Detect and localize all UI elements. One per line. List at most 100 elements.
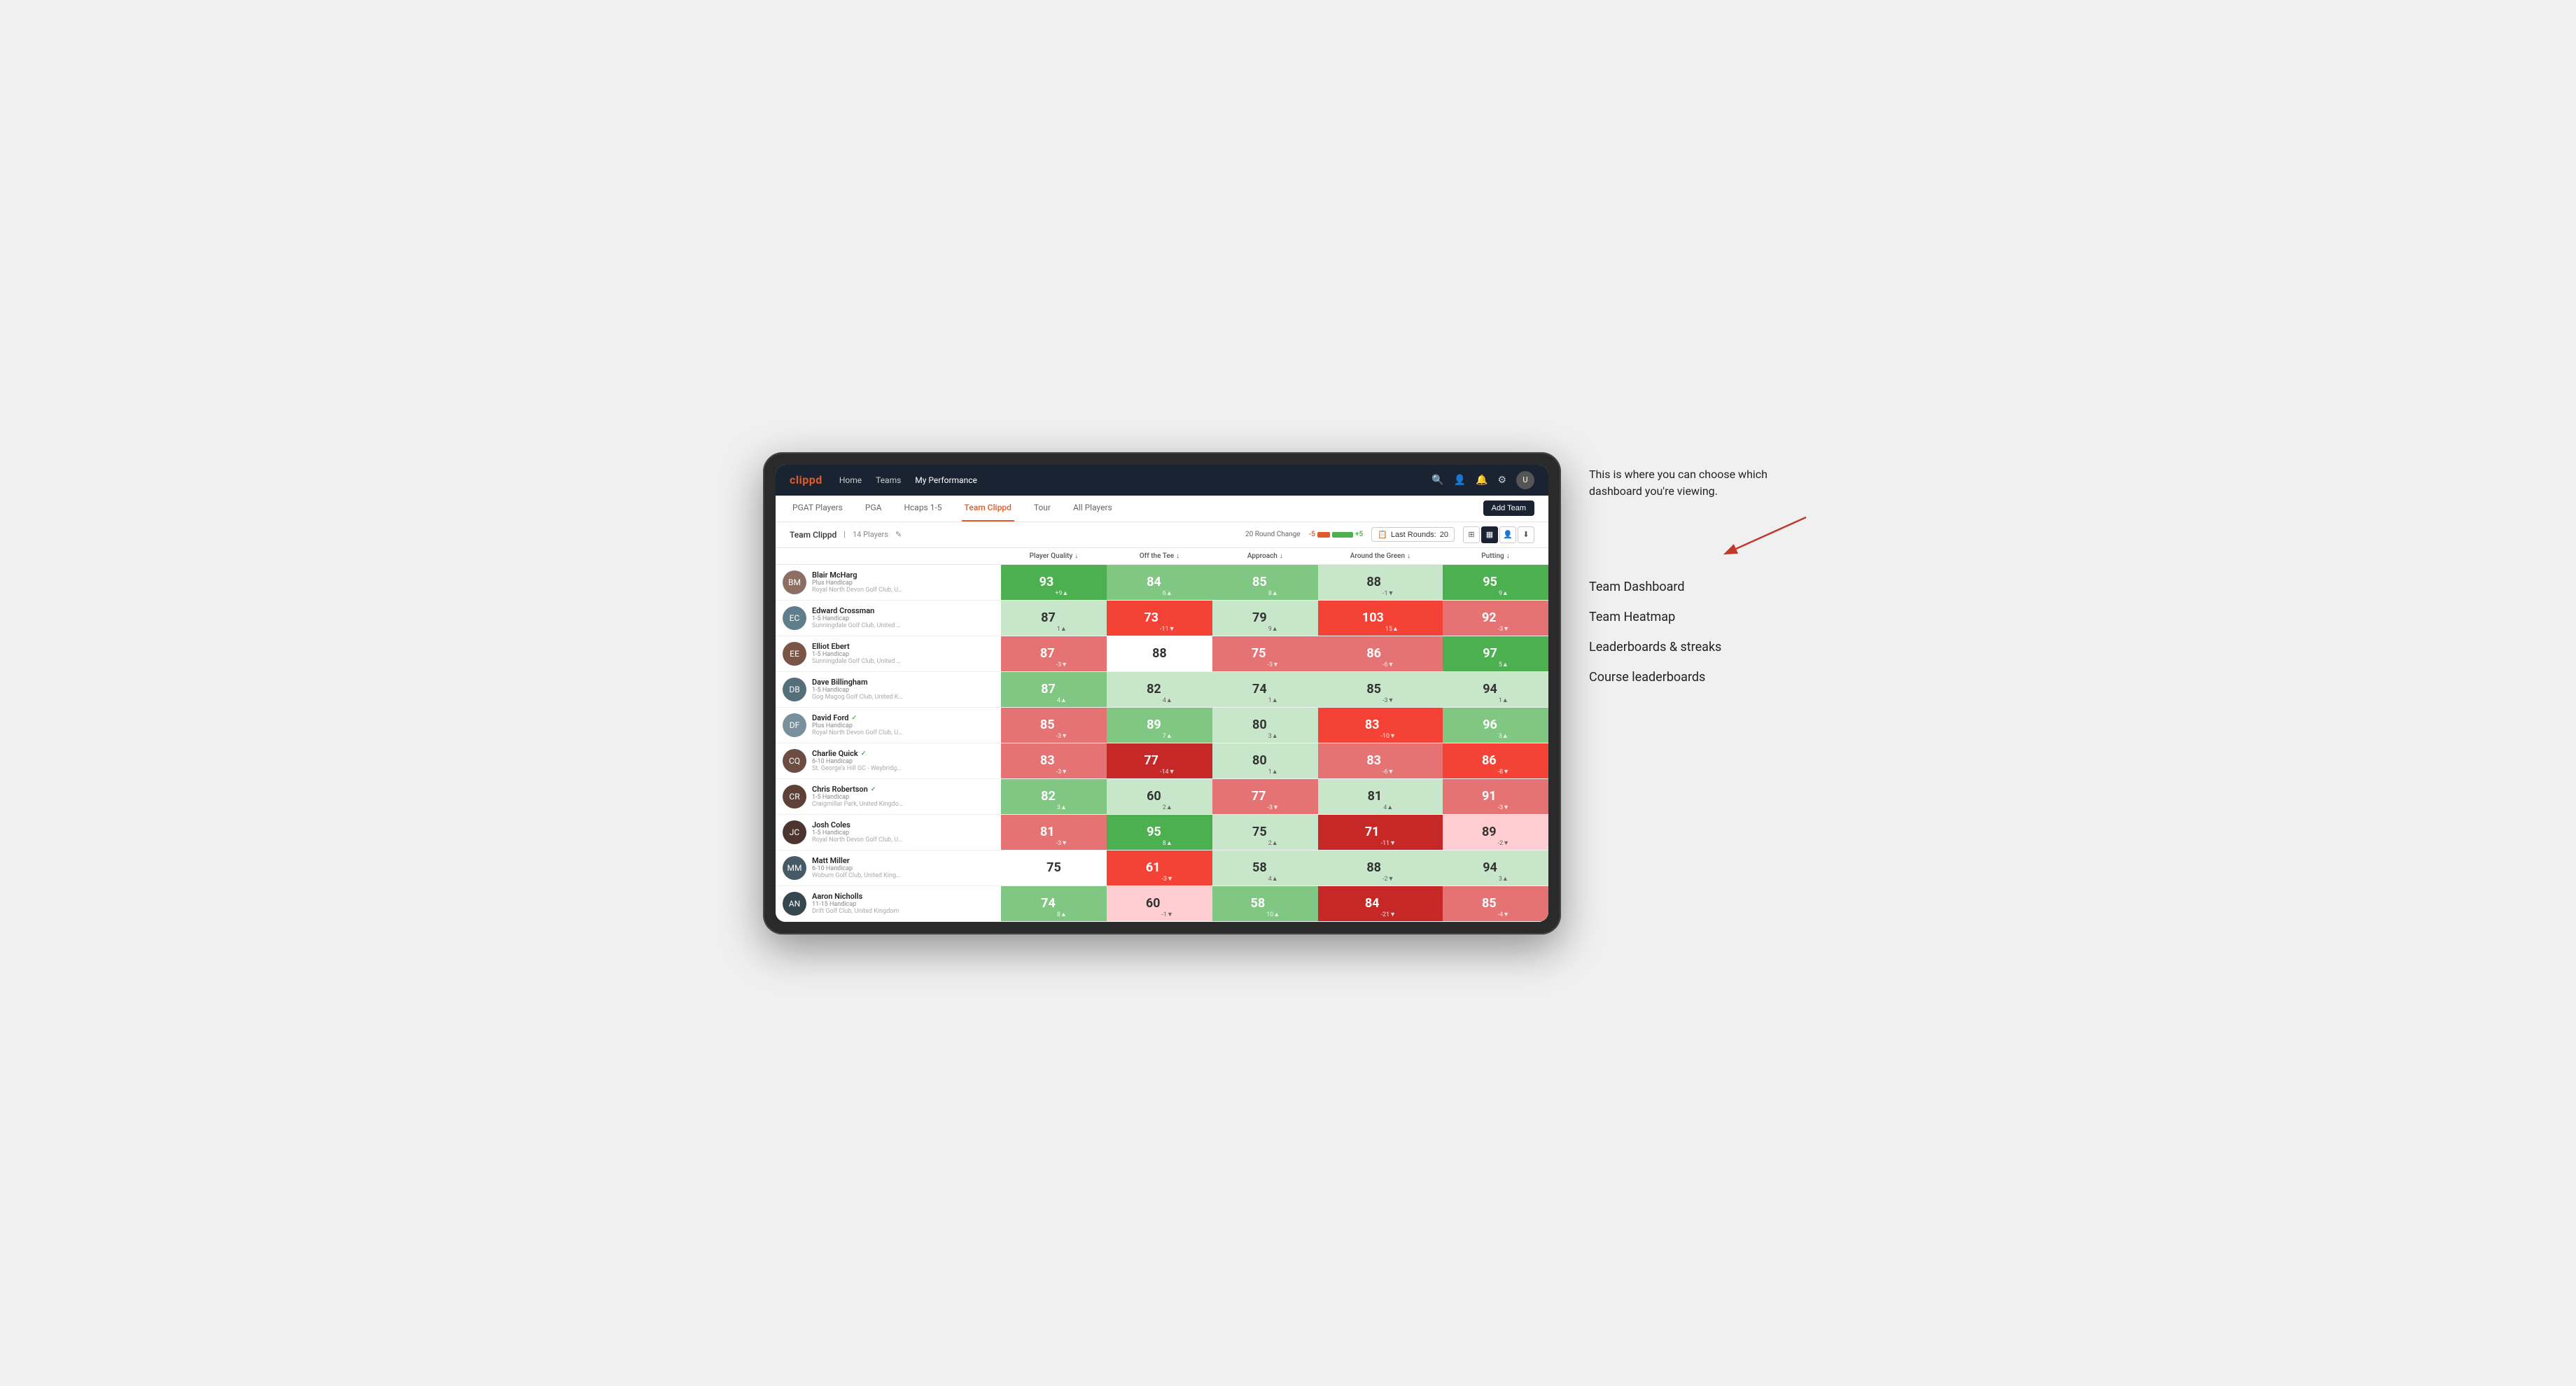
metric-value-0-4: 95 — [1483, 575, 1497, 589]
metric-cell-3-2: 74 1▲ — [1212, 671, 1318, 707]
metric-change: -3▼ — [1162, 875, 1173, 886]
metric-change: 3▲ — [1499, 732, 1508, 743]
metric-change: -3▼ — [1267, 804, 1278, 814]
player-info-5: Charlie Quick ✓ 6-10 Handicap St. George… — [812, 749, 903, 772]
table-row[interactable]: MM Matt Miller 6-10 Handicap Woburn Golf… — [776, 850, 1548, 886]
view-person-button[interactable]: 👤 — [1499, 526, 1516, 543]
sort-around-green[interactable]: Around the Green ↓ — [1350, 552, 1410, 560]
add-team-button[interactable]: Add Team — [1483, 500, 1534, 516]
metric-box-7-4: 89 -2▼ — [1443, 815, 1548, 850]
metric-change: +9▲ — [1055, 589, 1068, 600]
metric-value-2-2: 75 — [1252, 646, 1266, 661]
metric-box-4-1: 89 7▲ — [1107, 708, 1212, 743]
view-small-grid-button[interactable]: ⊞ — [1463, 526, 1480, 543]
player-handicap-1: 1-5 Handicap — [812, 615, 903, 622]
metric-change: -14▼ — [1160, 768, 1175, 778]
person-icon[interactable]: 👤 — [1454, 475, 1466, 486]
table-row[interactable]: JC Josh Coles 1-5 Handicap Royal North D… — [776, 814, 1548, 850]
sort-off-tee[interactable]: Off the Tee ↓ — [1140, 552, 1180, 560]
metric-cell-8-0: 75 — [1001, 850, 1107, 886]
column-header-off-tee[interactable]: Off the Tee ↓ — [1107, 548, 1212, 565]
metric-box-0-2: 85 8▲ — [1212, 565, 1318, 600]
metric-cell-0-4: 95 9▲ — [1443, 564, 1548, 600]
user-avatar[interactable]: U — [1516, 471, 1534, 489]
metric-cell-7-4: 89 -2▼ — [1443, 814, 1548, 850]
table-row[interactable]: DB Dave Billingham 1-5 Handicap Gog Mago… — [776, 671, 1548, 707]
sub-nav-tour[interactable]: Tour — [1031, 496, 1054, 522]
column-header-player-quality[interactable]: Player Quality ↓ — [1001, 548, 1107, 565]
change-bar-red — [1317, 532, 1330, 538]
player-name-2: Elliot Ebert — [812, 642, 903, 651]
metric-value-2-1: 88 — [1152, 646, 1167, 661]
sort-player-quality[interactable]: Player Quality ↓ — [1030, 552, 1079, 560]
metric-value-4-4: 96 — [1483, 718, 1497, 732]
column-header-around-green[interactable]: Around the Green ↓ — [1318, 548, 1443, 565]
metric-change: 8▲ — [1268, 589, 1278, 600]
metric-box-0-4: 95 9▲ — [1443, 565, 1548, 600]
sort-putting[interactable]: Putting ↓ — [1481, 552, 1509, 560]
metric-value-6-3: 81 — [1368, 789, 1382, 804]
metric-box-4-3: 83 -10▼ — [1318, 708, 1443, 743]
change-neg-value: -5 — [1309, 531, 1315, 538]
metric-box-7-1: 95 8▲ — [1107, 815, 1212, 850]
last-rounds-button[interactable]: 📋 Last Rounds: 20 — [1371, 527, 1455, 542]
team-bar-controls: 20 Round Change -5 +5 📋 Last Rounds: 20 … — [1245, 526, 1534, 543]
player-handicap-0: Plus Handicap — [812, 580, 903, 587]
table-row[interactable]: EC Edward Crossman 1-5 Handicap Sunningd… — [776, 600, 1548, 636]
metric-cell-1-0: 87 1▲ — [1001, 600, 1107, 636]
metric-cell-5-4: 86 -8▼ — [1443, 743, 1548, 778]
metric-box-6-3: 81 4▲ — [1318, 779, 1443, 814]
column-header-putting[interactable]: Putting ↓ — [1443, 548, 1548, 565]
sub-nav-pgat[interactable]: PGAT Players — [790, 496, 846, 522]
search-icon[interactable]: 🔍 — [1432, 475, 1443, 486]
sub-nav-team-clippd[interactable]: Team Clippd — [962, 496, 1014, 522]
metric-cell-0-3: 88 -1▼ — [1318, 564, 1443, 600]
table-row[interactable]: AN Aaron Nicholls 11-15 Handicap Drift G… — [776, 886, 1548, 921]
nav-my-performance[interactable]: My Performance — [915, 475, 977, 485]
player-cell-5: CQ Charlie Quick ✓ 6-10 Handicap St. Geo… — [776, 743, 1001, 778]
annotation-panel: This is where you can choose which dashb… — [1589, 452, 1813, 700]
player-info-8: Matt Miller 6-10 Handicap Woburn Golf Cl… — [812, 856, 903, 879]
metric-value-6-1: 60 — [1147, 789, 1161, 804]
player-info-1: Edward Crossman 1-5 Handicap Sunningdale… — [812, 606, 903, 629]
column-header-approach[interactable]: Approach ↓ — [1212, 548, 1318, 565]
column-header-player — [776, 548, 1001, 565]
metric-value-1-3: 103 — [1362, 610, 1384, 625]
metric-change: -10▼ — [1380, 732, 1396, 743]
metric-box-4-0: 85 -3▼ — [1001, 708, 1107, 743]
sub-nav-pga[interactable]: PGA — [862, 496, 885, 522]
player-cell-7: JC Josh Coles 1-5 Handicap Royal North D… — [776, 814, 1001, 850]
metric-box-6-0: 82 3▲ — [1001, 779, 1107, 814]
metric-box-5-2: 80 1▲ — [1212, 743, 1318, 778]
metric-box-6-4: 91 -3▼ — [1443, 779, 1548, 814]
metric-value-3-3: 85 — [1366, 682, 1381, 696]
table-row[interactable]: EE Elliot Ebert 1-5 Handicap Sunningdale… — [776, 636, 1548, 671]
table-row[interactable]: DF David Ford ✓ Plus Handicap Royal Nort… — [776, 707, 1548, 743]
metric-cell-9-4: 85 -4▼ — [1443, 886, 1548, 921]
settings-icon[interactable]: ⚙ — [1497, 475, 1506, 486]
edit-team-icon[interactable]: ✎ — [895, 530, 902, 539]
nav-teams[interactable]: Teams — [876, 475, 901, 485]
round-change-label: 20 Round Change — [1245, 531, 1301, 538]
sub-nav-hcaps[interactable]: Hcaps 1-5 — [901, 496, 944, 522]
view-large-grid-button[interactable]: ▦ — [1481, 526, 1498, 543]
metric-box-2-2: 75 -3▼ — [1212, 636, 1318, 671]
metric-change: 4▲ — [1057, 696, 1067, 707]
metric-value-6-0: 82 — [1041, 789, 1056, 804]
table-row[interactable]: BM Blair McHarg Plus Handicap Royal Nort… — [776, 564, 1548, 600]
sort-approach[interactable]: Approach ↓ — [1247, 552, 1283, 560]
player-cell-6: CR Chris Robertson ✓ 1-5 Handicap Craigm… — [776, 778, 1001, 814]
player-club-3: Gog Magog Golf Club, United Kingdom — [812, 694, 903, 701]
sub-nav-all-players[interactable]: All Players — [1070, 496, 1115, 522]
annotation-items-list: Team Dashboard Team Heatmap Leaderboards… — [1589, 580, 1813, 685]
metric-change: -6▼ — [1382, 768, 1394, 778]
metric-cell-7-3: 71 -11▼ — [1318, 814, 1443, 850]
table-row[interactable]: CQ Charlie Quick ✓ 6-10 Handicap St. Geo… — [776, 743, 1548, 778]
table-body: BM Blair McHarg Plus Handicap Royal Nort… — [776, 564, 1548, 921]
table-row[interactable]: CR Chris Robertson ✓ 1-5 Handicap Craigm… — [776, 778, 1548, 814]
metric-value-1-4: 92 — [1482, 610, 1497, 625]
nav-home[interactable]: Home — [839, 475, 862, 485]
bell-icon[interactable]: 🔔 — [1476, 475, 1488, 486]
metric-box-5-3: 83 -6▼ — [1318, 743, 1443, 778]
view-download-button[interactable]: ⬇ — [1518, 526, 1534, 543]
